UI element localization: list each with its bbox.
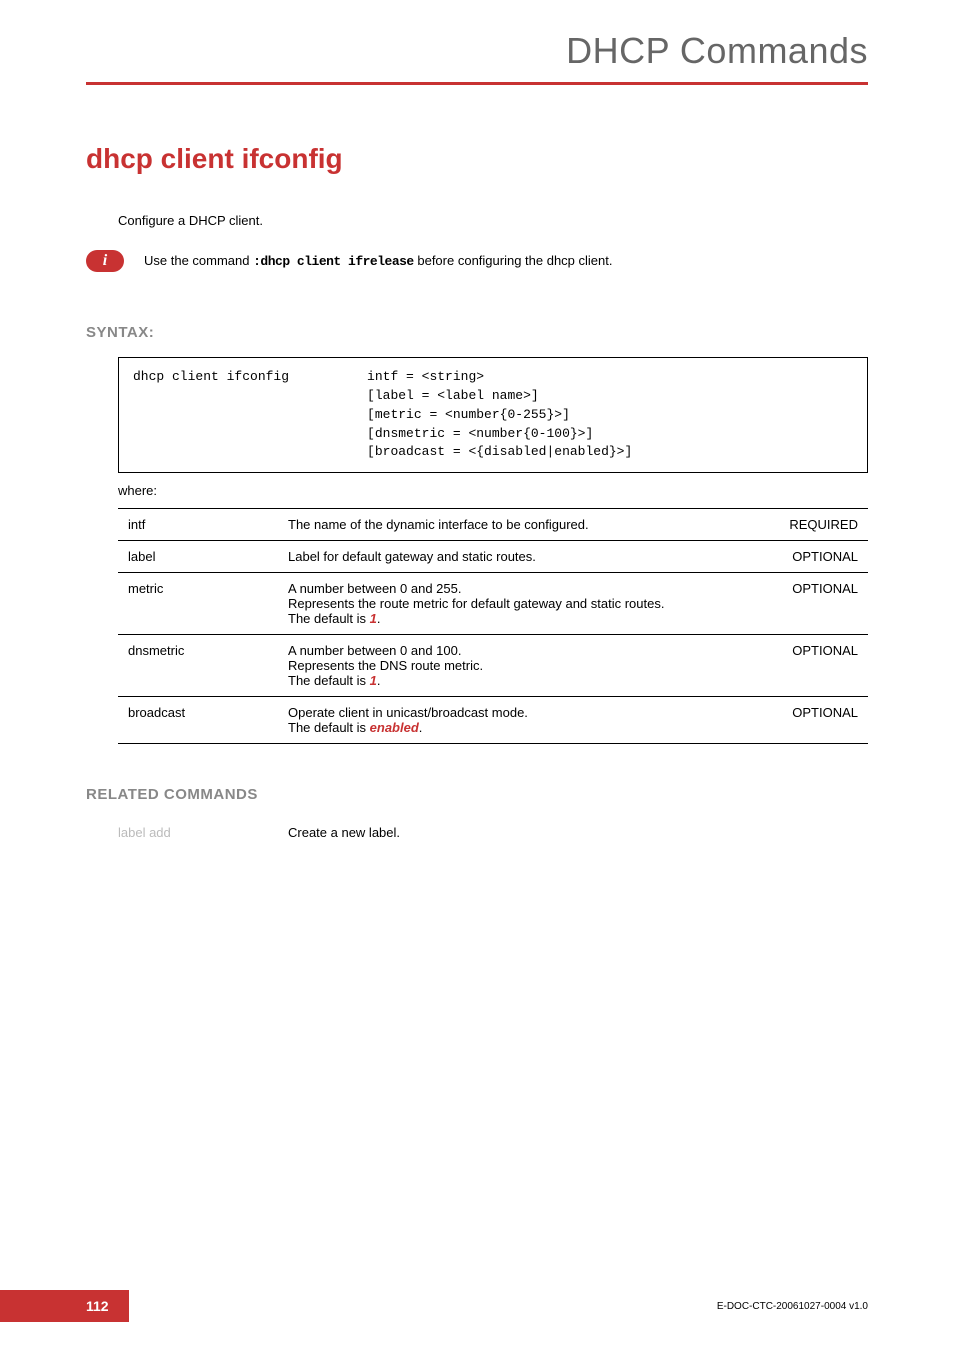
param-desc-line: Represents the DNS route metric. bbox=[288, 658, 483, 673]
table-row: dnsmetric A number between 0 and 100. Re… bbox=[118, 635, 868, 697]
param-default: 1 bbox=[370, 611, 377, 626]
period: . bbox=[377, 673, 381, 688]
document-id: E-DOC-CTC-20061027-0004 v1.0 bbox=[717, 1301, 868, 1312]
param-req: REQUIRED bbox=[768, 509, 868, 541]
info-icon: i bbox=[86, 250, 124, 272]
param-req: OPTIONAL bbox=[768, 573, 868, 635]
page-header: DHCP Commands bbox=[0, 0, 954, 85]
page-footer: 112 E-DOC-CTC-20061027-0004 v1.0 bbox=[0, 1290, 954, 1322]
param-desc-line: A number between 0 and 255. bbox=[288, 581, 461, 596]
param-desc: Operate client in unicast/broadcast mode… bbox=[278, 697, 768, 744]
param-desc: A number between 0 and 255. Represents t… bbox=[278, 573, 768, 635]
info-callout: i Use the command :dhcp client ifrelease… bbox=[86, 250, 868, 272]
param-table: intf The name of the dynamic interface t… bbox=[118, 508, 868, 744]
table-row: broadcast Operate client in unicast/broa… bbox=[118, 697, 868, 744]
param-req: OPTIONAL bbox=[768, 541, 868, 573]
syntax-box: dhcp client ifconfig intf = <string> [la… bbox=[118, 357, 868, 473]
param-default: enabled bbox=[370, 720, 419, 735]
related-command-link[interactable]: label add bbox=[118, 825, 288, 840]
description-text: Configure a DHCP client. bbox=[118, 213, 868, 228]
param-name: metric bbox=[118, 573, 278, 635]
param-req: OPTIONAL bbox=[768, 697, 868, 744]
param-name: broadcast bbox=[118, 697, 278, 744]
page-content: dhcp client ifconfig Configure a DHCP cl… bbox=[0, 143, 954, 840]
related-row: label add Create a new label. bbox=[118, 825, 868, 840]
where-label: where: bbox=[118, 483, 868, 498]
table-row: intf The name of the dynamic interface t… bbox=[118, 509, 868, 541]
param-desc: The name of the dynamic interface to be … bbox=[278, 509, 768, 541]
table-row: metric A number between 0 and 255. Repre… bbox=[118, 573, 868, 635]
period: . bbox=[419, 720, 423, 735]
param-default: 1 bbox=[370, 673, 377, 688]
param-desc-line: Operate client in unicast/broadcast mode… bbox=[288, 705, 528, 720]
param-desc-line: A number between 0 and 100. bbox=[288, 643, 461, 658]
param-desc-line: The default is bbox=[288, 673, 370, 688]
param-desc-line: Represents the route metric for default … bbox=[288, 596, 664, 611]
page-number: 112 bbox=[0, 1290, 129, 1322]
period: . bbox=[377, 611, 381, 626]
table-row: label Label for default gateway and stat… bbox=[118, 541, 868, 573]
info-suffix: before configuring the dhcp client. bbox=[414, 253, 613, 268]
param-desc: Label for default gateway and static rou… bbox=[278, 541, 768, 573]
param-desc-line: The default is bbox=[288, 611, 370, 626]
header-rule bbox=[86, 82, 868, 85]
info-icon-glyph: i bbox=[103, 252, 107, 270]
param-name: intf bbox=[118, 509, 278, 541]
info-command: :dhcp client ifrelease bbox=[253, 254, 414, 269]
info-text: Use the command :dhcp client ifrelease b… bbox=[144, 253, 613, 269]
header-title: DHCP Commands bbox=[86, 30, 868, 72]
related-heading: RELATED COMMANDS bbox=[86, 786, 868, 803]
syntax-heading: SYNTAX: bbox=[86, 324, 868, 341]
param-name: dnsmetric bbox=[118, 635, 278, 697]
page-title: dhcp client ifconfig bbox=[86, 143, 868, 175]
param-req: OPTIONAL bbox=[768, 635, 868, 697]
info-prefix: Use the command bbox=[144, 253, 253, 268]
related-desc: Create a new label. bbox=[288, 825, 400, 840]
param-name: label bbox=[118, 541, 278, 573]
param-desc: A number between 0 and 100. Represents t… bbox=[278, 635, 768, 697]
param-desc-line: The default is bbox=[288, 720, 370, 735]
